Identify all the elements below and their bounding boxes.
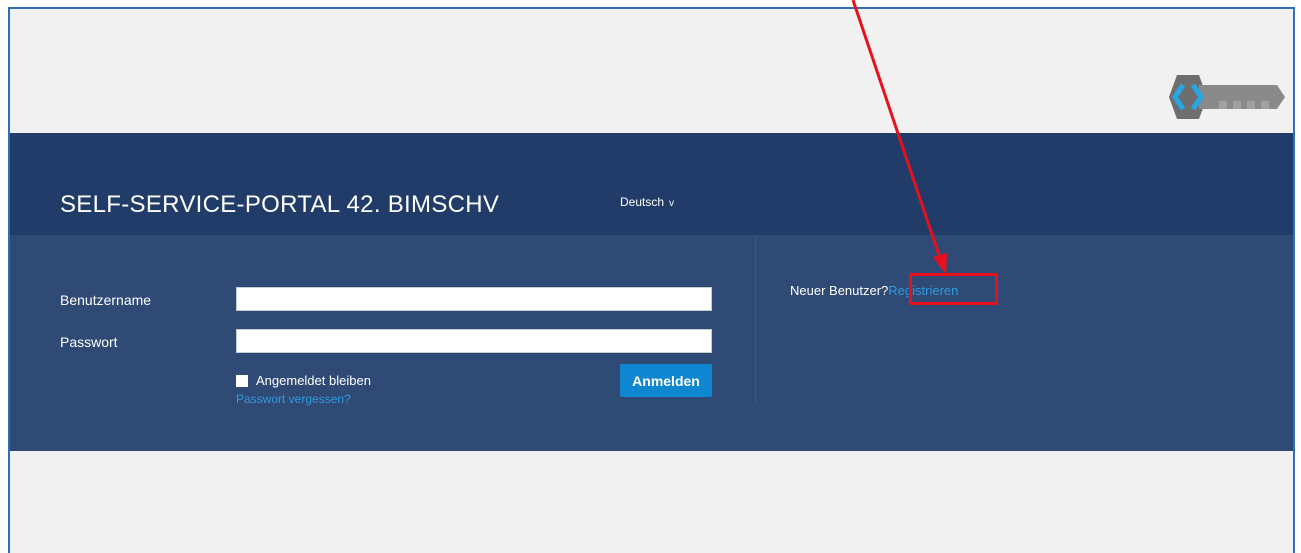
username-input[interactable] — [236, 287, 712, 311]
new-user-section: Neuer Benutzer?Registrieren — [790, 283, 958, 298]
header-band: SELF-SERVICE-PORTAL 42. BIMSCHV Deutsch v — [10, 133, 1293, 235]
register-link[interactable]: Registrieren — [888, 283, 958, 298]
remember-me[interactable]: Angemeldet bleiben — [236, 373, 371, 388]
key-logo-icon — [1169, 75, 1285, 119]
checkbox-icon[interactable] — [236, 374, 248, 387]
forgot-password-link[interactable]: Passwort vergessen? — [236, 392, 351, 406]
page-frame: SELF-SERVICE-PORTAL 42. BIMSCHV Deutsch v… — [8, 7, 1295, 553]
column-divider — [755, 235, 756, 405]
password-label: Passwort — [60, 334, 118, 350]
username-label: Benutzername — [60, 292, 152, 308]
chevron-down-icon: v — [669, 198, 675, 209]
remember-me-label: Angemeldet bleiben — [256, 373, 371, 388]
language-label: Deutsch — [620, 195, 665, 209]
new-user-prompt: Neuer Benutzer? — [790, 283, 889, 298]
language-selector[interactable]: Deutsch v — [620, 195, 674, 209]
top-bar — [10, 9, 1293, 133]
page-title: SELF-SERVICE-PORTAL 42. BIMSCHV — [60, 191, 500, 218]
login-button[interactable]: Anmelden — [620, 364, 712, 397]
login-band: Benutzername Passwort Angemeldet bleiben… — [10, 235, 1293, 451]
password-input[interactable] — [236, 329, 712, 353]
bottom-area — [10, 451, 1293, 553]
